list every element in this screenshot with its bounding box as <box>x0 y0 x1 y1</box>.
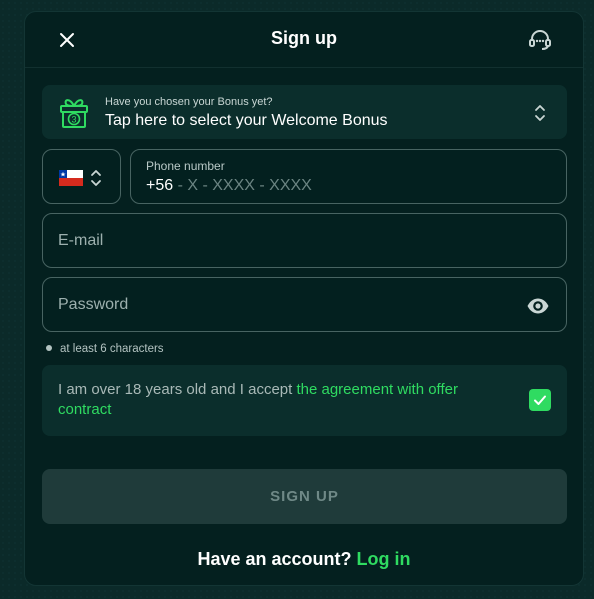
eye-icon[interactable] <box>526 294 550 318</box>
bonus-label: Tap here to select your Welcome Bonus <box>105 112 388 129</box>
headset-icon[interactable] <box>527 27 553 53</box>
password-hint: at least 6 characters <box>46 343 164 355</box>
login-prompt: Have an account? Log in <box>25 549 583 570</box>
chevron-updown-icon <box>535 105 545 121</box>
login-prompt-text: Have an account? <box>197 549 357 569</box>
checkmark-icon <box>534 395 546 405</box>
bonus-subtitle: Have you chosen your Bonus yet? <box>105 96 273 108</box>
modal-header: Sign up <box>25 12 583 68</box>
bullet-icon <box>46 345 52 351</box>
gift-icon: 3 <box>60 99 88 128</box>
password-hint-text: at least 6 characters <box>60 343 164 355</box>
agreement-text: I am over 18 years old and I accept the … <box>58 380 498 420</box>
phone-field[interactable]: Phone number +56 - X - XXXX - XXXX <box>130 149 567 204</box>
password-field[interactable]: Password <box>42 277 567 332</box>
agreement-box: I am over 18 years old and I accept the … <box>42 365 567 436</box>
bonus-selector[interactable]: 3 Have you chosen your Bonus yet? Tap he… <box>42 85 567 139</box>
agreement-label: I am over 18 years old and I accept <box>58 381 297 398</box>
chile-flag-icon <box>59 170 83 186</box>
signup-modal: Sign up 3 Have you chosen your Bonus yet… <box>24 11 584 586</box>
chevron-updown-icon <box>91 170 101 186</box>
page-title: Sign up <box>271 28 337 48</box>
signup-button[interactable]: SIGN UP <box>42 469 567 524</box>
country-code-select[interactable] <box>42 149 121 204</box>
svg-text:3: 3 <box>71 115 76 125</box>
phone-label: Phone number <box>146 159 225 173</box>
password-placeholder: Password <box>58 296 129 313</box>
login-link[interactable]: Log in <box>357 549 411 569</box>
phone-mask: - X - XXXX - XXXX <box>173 177 312 194</box>
email-placeholder: E-mail <box>58 232 104 249</box>
agreement-checkbox[interactable] <box>529 389 551 411</box>
email-field[interactable]: E-mail <box>42 213 567 268</box>
phone-prefix: +56 <box>146 177 174 194</box>
phone-input[interactable]: +56 - X - XXXX - XXXX <box>146 177 312 195</box>
